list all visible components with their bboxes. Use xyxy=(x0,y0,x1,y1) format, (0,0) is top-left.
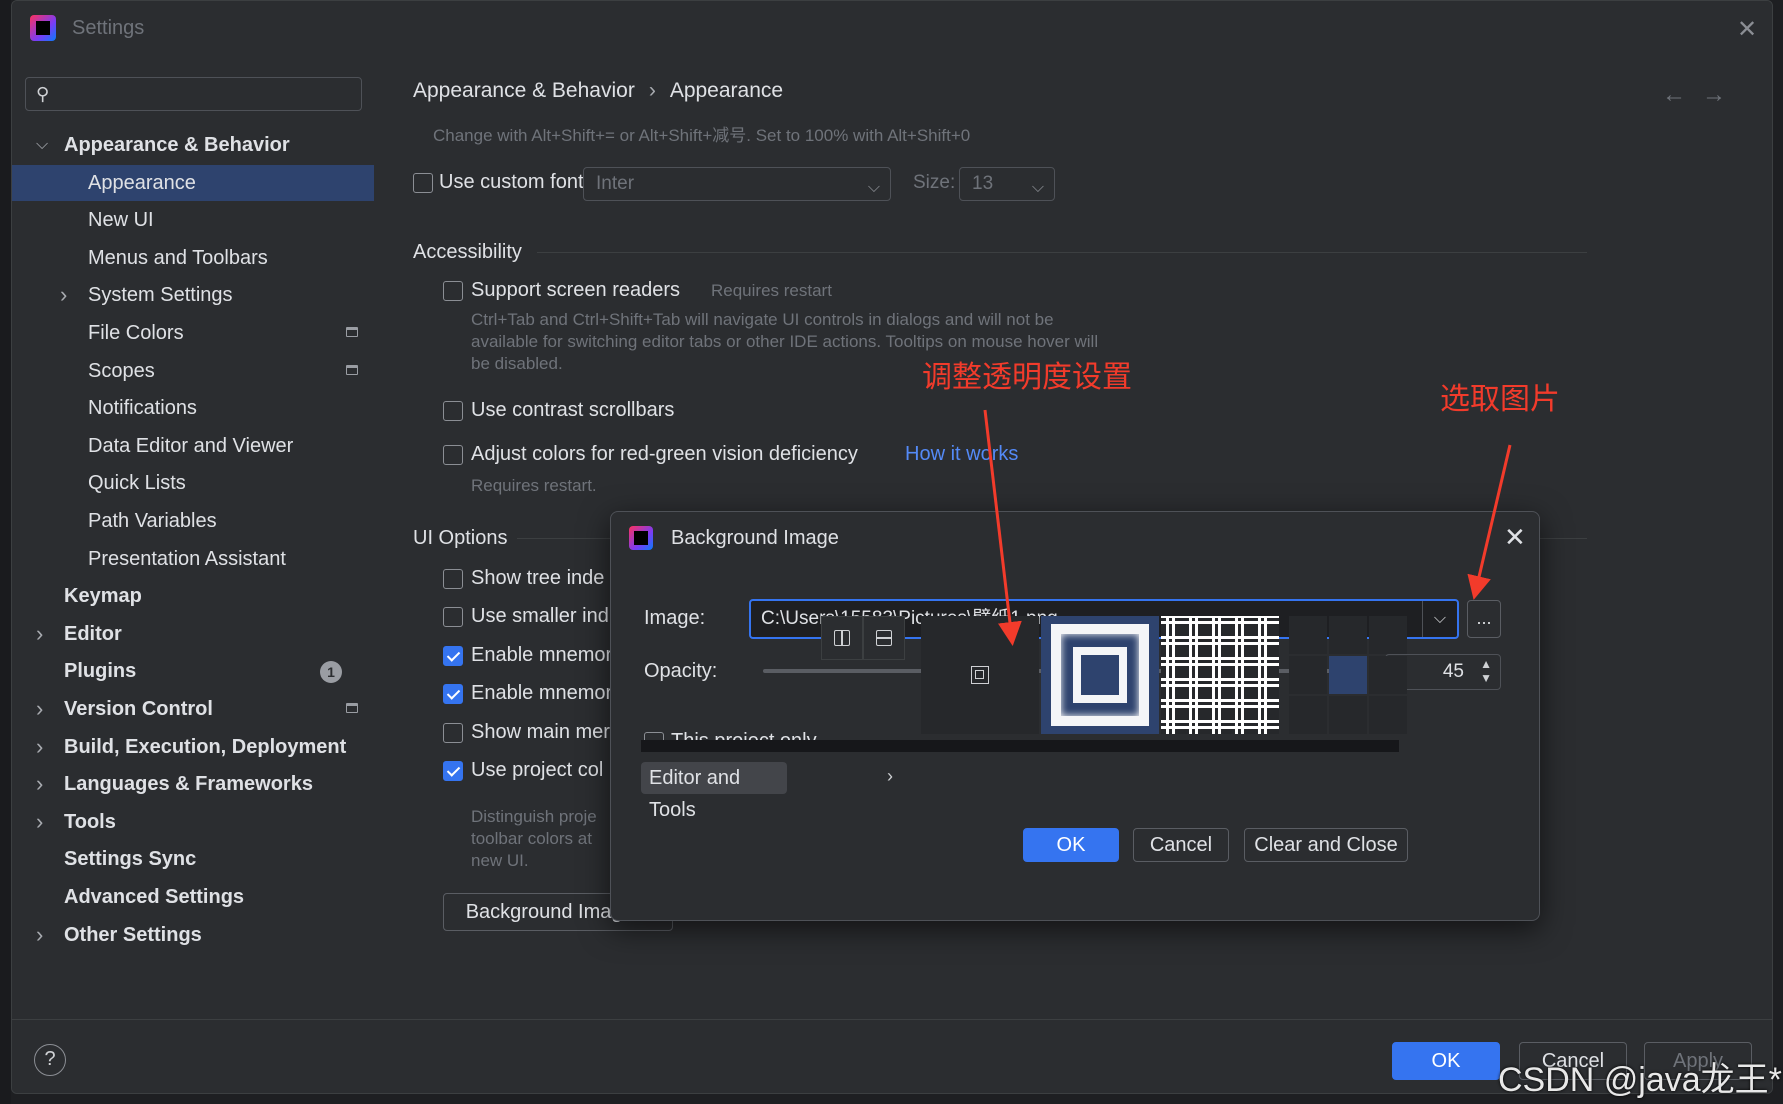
annotation-arrows xyxy=(983,409,1512,646)
annotation-arrow xyxy=(983,409,1022,646)
annotation-arrow xyxy=(1467,444,1512,600)
watermark: CSDN @java龙王* xyxy=(1498,1061,1782,1099)
